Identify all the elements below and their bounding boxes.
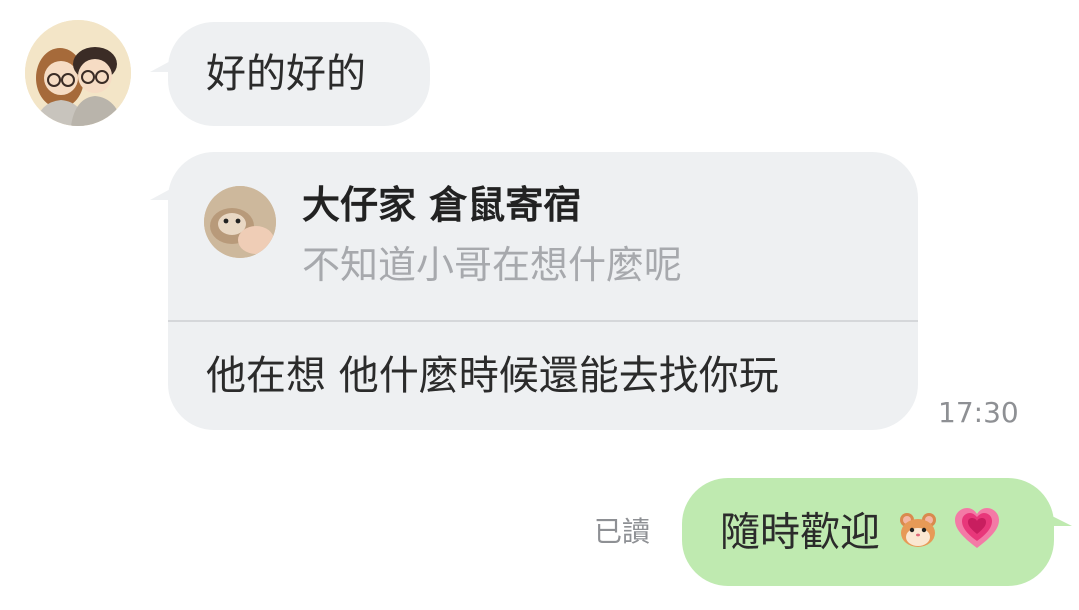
quoted-message-text: 不知道小哥在想什麼呢 [302, 243, 683, 287]
hamster-face-icon [897, 508, 939, 561]
bubble-tail [1044, 512, 1072, 526]
message-text: 他在想 他什麼時候還能去找你玩 [206, 353, 779, 399]
quote-divider [168, 320, 918, 322]
incoming-message-bubble[interactable]: 好的好的 [168, 22, 430, 126]
quoted-author-name: 大仔家 倉鼠寄宿 [302, 183, 582, 227]
incoming-reply-bubble[interactable]: 大仔家 倉鼠寄宿 不知道小哥在想什麼呢 他在想 他什麼時候還能去找你玩 [168, 152, 918, 430]
contact-avatar[interactable] [25, 20, 131, 126]
outgoing-message-bubble[interactable]: 隨時歡迎 [682, 478, 1054, 586]
message-text: 好的好的 [206, 51, 366, 97]
message-text-wrap: 隨時歡迎 [720, 508, 1000, 561]
message-text: 隨時歡迎 [720, 509, 880, 556]
hamster-photo-icon [204, 186, 276, 258]
read-receipt: 已讀 [594, 515, 651, 548]
growing-heart-icon [955, 508, 1000, 561]
message-timestamp: 17:30 [938, 396, 1019, 429]
quoted-author-avatar [204, 186, 276, 258]
couple-avatar-icon [25, 20, 131, 126]
